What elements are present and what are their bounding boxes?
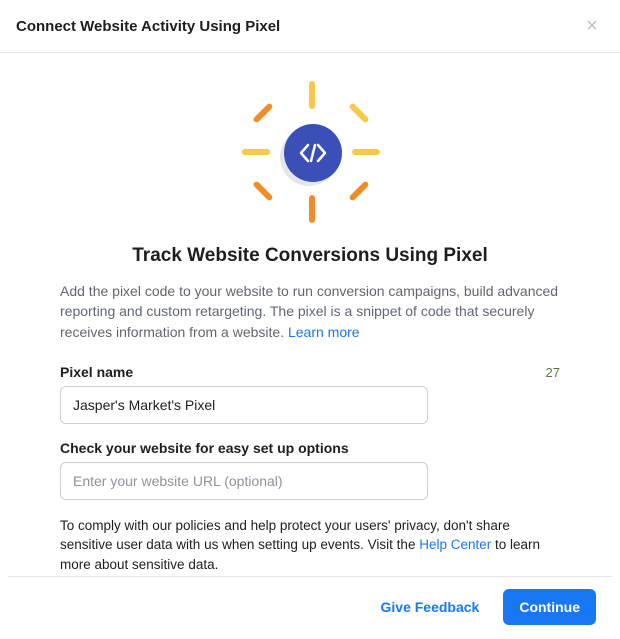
pixel-name-header: Pixel name 27	[60, 364, 560, 380]
modal-title: Connect Website Activity Using Pixel	[16, 18, 280, 35]
modal-body: Track Website Conversions Using Pixel Ad…	[0, 53, 620, 576]
modal-dialog: Connect Website Activity Using Pixel ×	[0, 0, 620, 639]
pixel-name-input[interactable]	[60, 386, 428, 424]
char-counter: 27	[546, 365, 560, 380]
website-label: Check your website for easy set up optio…	[60, 440, 349, 456]
help-center-link[interactable]: Help Center	[419, 537, 491, 552]
policy-text: To comply with our policies and help pro…	[60, 516, 560, 575]
close-icon[interactable]: ×	[580, 14, 604, 38]
continue-button[interactable]: Continue	[503, 589, 596, 625]
website-header: Check your website for easy set up optio…	[60, 440, 560, 456]
pixel-name-label: Pixel name	[60, 364, 133, 380]
give-feedback-button[interactable]: Give Feedback	[365, 589, 496, 625]
section-description: Add the pixel code to your website to ru…	[60, 281, 560, 342]
illustration	[60, 53, 560, 239]
section-title: Track Website Conversions Using Pixel	[60, 245, 560, 267]
website-url-input[interactable]	[60, 462, 428, 500]
modal-header: Connect Website Activity Using Pixel ×	[0, 0, 620, 53]
learn-more-link[interactable]: Learn more	[288, 324, 360, 340]
modal-footer: Give Feedback Continue	[8, 576, 612, 639]
code-icon	[284, 124, 342, 182]
